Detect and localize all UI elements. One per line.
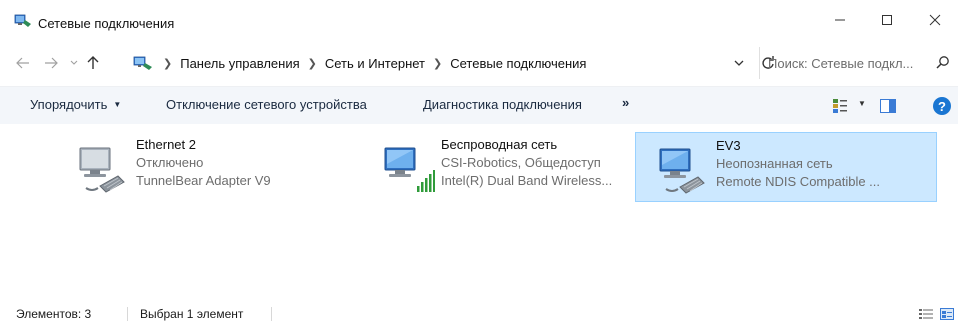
maximize-icon xyxy=(882,15,892,25)
network-connections-icon xyxy=(14,14,31,27)
connection-status: CSI-Robotics, Общедоступ xyxy=(441,155,601,170)
chevron-down-icon: ▼ xyxy=(113,100,122,109)
breadcrumb-separator-icon[interactable]: ❯ xyxy=(433,57,442,70)
connections-list: Ethernet 2 Отключено TunnelBear Adapter … xyxy=(0,126,958,286)
minimize-icon xyxy=(835,19,845,21)
details-view-icon[interactable] xyxy=(919,308,933,320)
title-bar: Сетевые подключения xyxy=(0,0,958,40)
breadcrumb-separator-icon[interactable]: ❯ xyxy=(163,57,172,70)
preview-pane-icon[interactable] xyxy=(880,99,896,113)
search-icon[interactable] xyxy=(936,55,950,69)
status-divider xyxy=(127,307,128,321)
breadcrumb-network-connections[interactable]: Сетевые подключения xyxy=(450,56,586,71)
change-view-icon[interactable] xyxy=(832,98,848,114)
minimize-button[interactable] xyxy=(817,0,863,40)
help-button[interactable]: ? xyxy=(933,97,951,115)
command-bar: Упорядочить ▼ Отключение сетевого устройс… xyxy=(0,86,958,124)
close-button[interactable] xyxy=(912,0,958,40)
connection-name: EV3 xyxy=(716,138,741,153)
help-label: ? xyxy=(938,98,946,114)
close-icon xyxy=(929,14,941,26)
connection-name: Беспроводная сеть xyxy=(441,137,558,152)
control-panel-icon xyxy=(133,56,152,70)
back-button[interactable] xyxy=(14,53,32,73)
breadcrumb[interactable]: ❯ Панель управления ❯ Сеть и Интернет ❯ … xyxy=(133,47,750,79)
connection-status: Неопознанная сеть xyxy=(716,156,833,171)
window-title: Сетевые подключения xyxy=(38,16,175,31)
diagnose-connection-button[interactable]: Диагностика подключения xyxy=(423,97,582,112)
connection-item-wireless[interactable]: Беспроводная сеть CSI-Robotics, Общедост… xyxy=(361,132,663,202)
address-row: ❯ Панель управления ❯ Сеть и Интернет ❯ … xyxy=(0,47,958,79)
breadcrumb-network-internet[interactable]: Сеть и Интернет xyxy=(325,56,425,71)
wired-network-adapter-icon xyxy=(659,148,705,194)
address-dropdown-button[interactable] xyxy=(732,55,746,71)
forward-button[interactable] xyxy=(42,53,60,73)
connection-device: TunnelBear Adapter V9 xyxy=(136,173,271,188)
arrow-up-icon xyxy=(87,56,99,69)
disable-device-button[interactable]: Отключение сетевого устройства xyxy=(166,97,367,112)
item-count: Элементов: 3 xyxy=(16,307,92,321)
selection-count: Выбран 1 элемент xyxy=(140,307,244,321)
wired-network-adapter-icon xyxy=(79,147,125,193)
organize-button[interactable]: Упорядочить ▼ xyxy=(30,97,121,112)
connection-device: Remote NDIS Compatible ... xyxy=(716,174,881,189)
connection-status: Отключено xyxy=(136,155,204,170)
search-input[interactable] xyxy=(768,55,938,71)
organize-label: Упорядочить xyxy=(30,97,108,112)
status-bar: Элементов: 3 Выбран 1 элемент xyxy=(0,304,958,323)
recent-locations-button[interactable] xyxy=(68,53,80,73)
breadcrumb-separator-icon[interactable]: ❯ xyxy=(308,57,317,70)
status-divider xyxy=(271,307,272,321)
connection-name: Ethernet 2 xyxy=(136,137,196,152)
view-options-dropdown-icon[interactable]: ▼ xyxy=(858,99,866,108)
maximize-button[interactable] xyxy=(864,0,910,40)
connection-item-ev3[interactable]: EV3 Неопознанная сеть Remote NDIS Compat… xyxy=(635,132,937,202)
breadcrumb-control-panel[interactable]: Панель управления xyxy=(180,56,299,71)
chevron-down-icon xyxy=(70,60,78,65)
search-box[interactable] xyxy=(759,47,958,79)
tiles-view-icon[interactable] xyxy=(940,308,954,320)
wireless-network-adapter-icon xyxy=(384,147,435,192)
connection-device: Intel(R) Dual Band Wireless... xyxy=(441,173,613,188)
arrow-left-icon xyxy=(16,57,29,69)
more-commands-button[interactable]: » xyxy=(622,95,629,110)
chevron-down-icon xyxy=(734,60,744,66)
arrow-right-icon xyxy=(45,57,58,69)
connection-item-ethernet-2[interactable]: Ethernet 2 Отключено TunnelBear Adapter … xyxy=(56,132,358,202)
up-button[interactable] xyxy=(84,53,102,73)
